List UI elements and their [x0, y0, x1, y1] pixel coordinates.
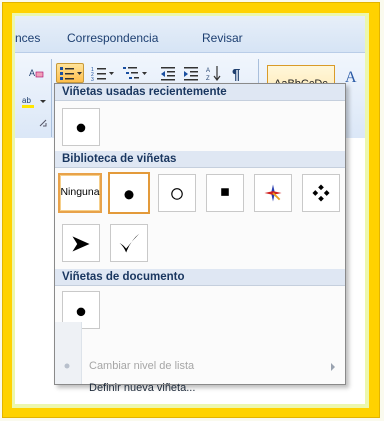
define-new-bullet-label: Definir nueva viñeta... [89, 382, 196, 394]
list-level-bullet-icon [64, 363, 70, 369]
tab-referencias[interactable]: nces [15, 31, 40, 45]
change-list-level-item[interactable]: Cambiar nivel de lista [55, 356, 345, 377]
clear-format-icon[interactable]: A [26, 63, 46, 83]
bullet-none-tile[interactable]: Ninguna [58, 173, 102, 213]
word-window: nces Correspondencia Revisar A ab 123 A … [15, 16, 365, 404]
decrease-indent-icon[interactable] [158, 63, 178, 83]
sort-icon[interactable]: AZ [204, 63, 224, 83]
multilevel-list-button[interactable] [120, 63, 150, 83]
define-new-bullet-item[interactable]: Definir nueva viñeta... [55, 378, 345, 399]
text-highlight-color-icon[interactable]: ab [19, 91, 49, 111]
ribbon-tab-bar: nces Correspondencia Revisar [15, 16, 365, 52]
document-bullets-header: Viñetas de documento [55, 269, 345, 286]
numbering-button[interactable]: 123 [88, 63, 116, 83]
bullet-diamond-cluster-tile[interactable] [302, 174, 340, 212]
svg-text:3: 3 [91, 77, 94, 82]
style-next-sample[interactable]: A [345, 69, 357, 87]
bullet-four-diamond-tile[interactable] [254, 174, 292, 212]
bullets-button[interactable] [56, 63, 84, 83]
increase-indent-icon[interactable] [181, 63, 201, 83]
recent-bullet-filled-circle[interactable] [62, 108, 100, 146]
svg-text:A: A [29, 68, 35, 78]
svg-text:A: A [206, 68, 210, 74]
recent-bullets-header: Viñetas usadas recientemente [55, 84, 345, 101]
tab-correspondencia[interactable]: Correspondencia [67, 31, 158, 45]
ribbon-group-divider [51, 59, 52, 137]
font-group-launcher-icon[interactable] [37, 115, 49, 127]
svg-text:ab: ab [22, 96, 31, 105]
bullet-library-header: Biblioteca de viñetas [55, 151, 345, 168]
svg-text:¶: ¶ [232, 66, 240, 82]
submenu-arrow-icon [331, 363, 335, 371]
svg-text:Z: Z [206, 76, 210, 82]
bullets-dropdown: Viñetas usadas recientemente Biblioteca … [54, 83, 346, 394]
tab-revisar[interactable]: Revisar [202, 31, 243, 45]
show-paragraph-marks-icon[interactable]: ¶ [228, 63, 248, 83]
bullet-none-label: Ninguna [60, 186, 100, 198]
bullet-checkmark-tile[interactable] [110, 224, 148, 262]
bullet-hollow-circle-tile[interactable] [158, 174, 196, 212]
bullet-filled-circle-tile[interactable] [108, 172, 150, 214]
change-list-level-label: Cambiar nivel de lista [89, 360, 195, 372]
bullet-arrowhead-tile[interactable] [62, 224, 100, 262]
bullet-filled-square-tile[interactable] [206, 174, 244, 212]
